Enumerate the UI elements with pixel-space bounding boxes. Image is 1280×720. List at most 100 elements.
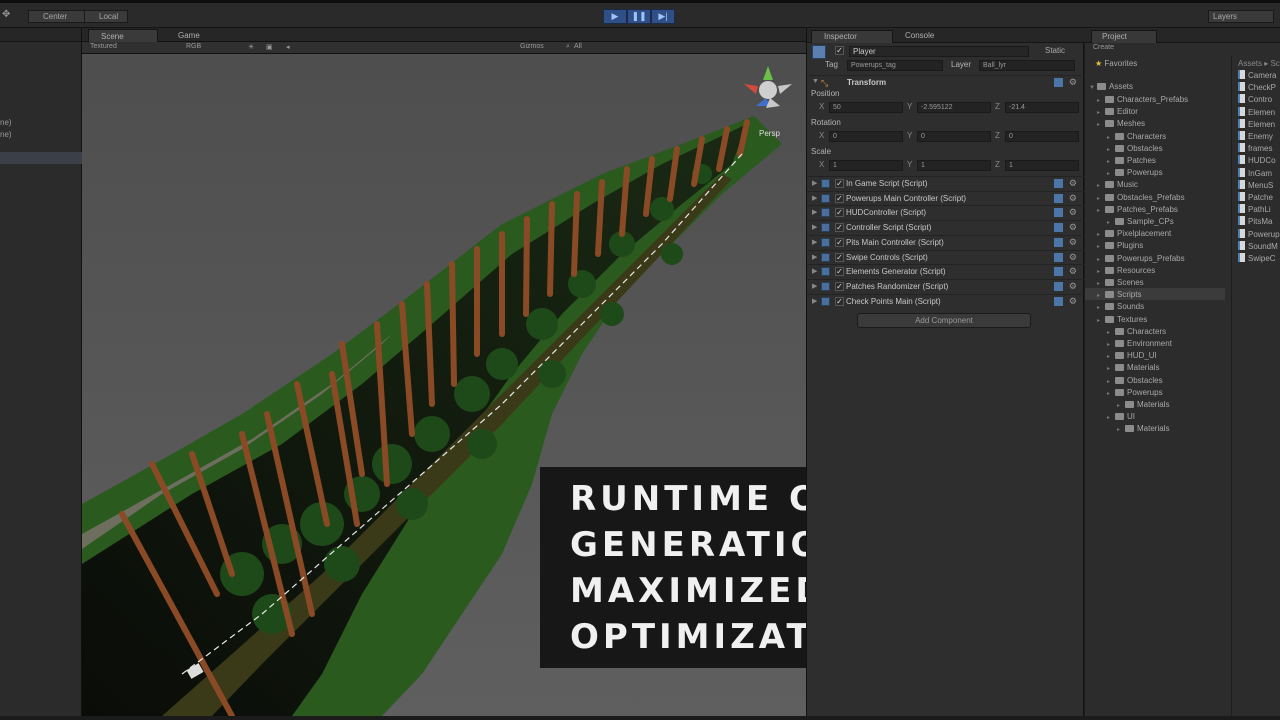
folder-item[interactable]: ▸ Materials: [1117, 399, 1169, 411]
folder-item[interactable]: ▸ Sounds: [1097, 301, 1144, 313]
expand-arrow-icon[interactable]: ▶: [812, 238, 817, 246]
expand-arrow-icon[interactable]: ▸: [1107, 144, 1115, 156]
file-item[interactable]: InGam: [1238, 167, 1272, 180]
file-item[interactable]: Powerup: [1238, 228, 1280, 241]
expand-arrow-icon[interactable]: ▶: [812, 179, 817, 187]
expand-arrow-icon[interactable]: ▸: [1097, 205, 1105, 217]
expand-arrow-icon[interactable]: ▸: [1107, 339, 1115, 351]
step-icon[interactable]: ▶|: [651, 9, 675, 24]
folder-item[interactable]: ▸ Patches_Prefabs: [1097, 204, 1178, 216]
folder-item[interactable]: ▸ Powerups: [1107, 387, 1163, 399]
position-z-field[interactable]: -21.4: [1005, 102, 1079, 113]
folder-item[interactable]: ▸ Meshes: [1097, 118, 1145, 130]
tab-scene[interactable]: Scene: [88, 29, 158, 42]
expand-arrow-icon[interactable]: ▸: [1097, 119, 1105, 131]
gear-icon[interactable]: ⚙: [1069, 77, 1077, 88]
expand-arrow-icon[interactable]: ▸: [1107, 132, 1115, 144]
enable-checkbox[interactable]: ✓: [835, 179, 844, 188]
assets-root[interactable]: ▼ Assets: [1089, 81, 1133, 93]
expand-arrow-icon[interactable]: ▶: [812, 223, 817, 231]
expand-arrow-icon[interactable]: ▸: [1097, 107, 1105, 119]
component-row[interactable]: ▶ ✓ HUDController (Script) ⚙: [807, 205, 1085, 219]
gear-icon[interactable]: ⚙: [1069, 252, 1077, 263]
pivot-toggle-button[interactable]: Center: [28, 10, 90, 23]
enable-checkbox[interactable]: ✓: [835, 281, 844, 291]
component-row[interactable]: ▶ ✓ Controller Script (Script) ⚙: [807, 220, 1085, 234]
draw-mode-dropdown[interactable]: Textured: [90, 43, 117, 50]
enable-checkbox[interactable]: ✓: [835, 296, 844, 306]
folder-item[interactable]: ▸ Pixelplacement: [1097, 228, 1171, 240]
image-toggle-icon[interactable]: ▣: [266, 43, 273, 51]
tag-dropdown[interactable]: Powerups_tag: [847, 60, 943, 71]
folder-item[interactable]: ▸ Textures: [1097, 314, 1147, 326]
tab-inspector[interactable]: Inspector: [811, 30, 893, 43]
folder-item[interactable]: ▸ Powerups: [1107, 167, 1163, 179]
gear-icon[interactable]: ⚙: [1069, 207, 1077, 218]
audio-toggle-icon[interactable]: ◂: [286, 43, 290, 51]
render-mode-dropdown[interactable]: RGB: [186, 43, 201, 50]
rotation-x-field[interactable]: 0: [829, 131, 903, 142]
file-item[interactable]: HUDCo: [1238, 155, 1276, 167]
expand-arrow-icon[interactable]: ▶: [812, 297, 817, 305]
gear-icon[interactable]: ⚙: [1069, 193, 1077, 204]
component-row[interactable]: ▶ ✓ Pits Main Controller (Script) ⚙: [807, 234, 1085, 249]
scale-z-field[interactable]: 1: [1005, 160, 1079, 171]
enable-checkbox[interactable]: ✓: [835, 237, 844, 247]
expand-arrow-icon[interactable]: ▸: [1097, 229, 1105, 241]
expand-arrow-icon[interactable]: ▸: [1097, 278, 1105, 290]
file-item[interactable]: Contro: [1238, 94, 1272, 106]
folder-item[interactable]: ▸ Environment: [1107, 338, 1172, 350]
expand-arrow-icon[interactable]: ▸: [1107, 388, 1115, 400]
folder-item[interactable]: ▸ Plugins: [1097, 240, 1143, 252]
file-item[interactable]: Patche: [1238, 192, 1273, 204]
space-toggle-button[interactable]: Local: [84, 10, 128, 23]
gear-icon[interactable]: ⚙: [1069, 222, 1077, 233]
rotation-z-field[interactable]: 0: [1005, 131, 1079, 142]
enable-checkbox[interactable]: ✓: [835, 252, 844, 262]
folder-item[interactable]: ▸ Sample_CPs: [1107, 216, 1174, 228]
expand-arrow-icon[interactable]: ▸: [1097, 193, 1105, 205]
enable-checkbox[interactable]: ✓: [835, 267, 844, 277]
scene-search-field[interactable]: All: [574, 43, 582, 50]
folder-item[interactable]: ▸ Characters: [1107, 131, 1166, 143]
folder-item[interactable]: ▸ Obstacles: [1107, 143, 1163, 155]
enable-checkbox[interactable]: ✓: [835, 223, 844, 233]
pause-icon[interactable]: ❚❚: [627, 9, 651, 24]
hierarchy-selected-row[interactable]: [0, 152, 82, 164]
help-book-icon[interactable]: [1054, 296, 1063, 306]
expand-arrow-icon[interactable]: ▸: [1107, 217, 1115, 229]
expand-arrow-icon[interactable]: ▶: [812, 267, 817, 275]
expand-arrow-icon[interactable]: ▼: [812, 78, 819, 85]
folder-item[interactable]: ▸ Editor: [1097, 106, 1138, 118]
component-row[interactable]: ▶ ✓ Elements Generator (Script) ⚙: [807, 264, 1085, 278]
folder-item[interactable]: ▸ Scenes: [1097, 277, 1144, 289]
tab-console[interactable]: Console: [893, 30, 963, 43]
folder-item[interactable]: ▸ Characters: [1107, 326, 1166, 338]
gizmos-dropdown[interactable]: Gizmos: [520, 43, 544, 50]
expand-arrow-icon[interactable]: ▸: [1107, 376, 1115, 388]
folder-item[interactable]: ▸ Resources: [1097, 265, 1155, 277]
file-item[interactable]: Camera: [1238, 70, 1276, 82]
transform-header[interactable]: ▼ ⤡ Transform ⚙: [807, 75, 1085, 89]
folder-item[interactable]: ▸ Characters_Prefabs: [1097, 94, 1188, 106]
file-item[interactable]: Elemen: [1238, 118, 1275, 131]
gear-icon[interactable]: ⚙: [1069, 281, 1077, 292]
tab-game[interactable]: Game: [166, 29, 226, 42]
expand-arrow-icon[interactable]: ▸: [1097, 241, 1105, 253]
expand-arrow-icon[interactable]: ▶: [812, 194, 817, 202]
create-dropdown[interactable]: Create: [1093, 44, 1114, 51]
add-component-button[interactable]: Add Component: [857, 313, 1031, 328]
component-row[interactable]: ▶ ✓ Swipe Controls (Script) ⚙: [807, 249, 1085, 264]
expand-arrow-icon[interactable]: ▸: [1117, 424, 1125, 436]
file-item[interactable]: CheckP: [1238, 82, 1276, 94]
help-book-icon[interactable]: [1054, 237, 1063, 247]
expand-arrow-icon[interactable]: ▶: [812, 282, 817, 290]
help-book-icon[interactable]: [1054, 281, 1063, 291]
help-book-icon[interactable]: [1054, 267, 1063, 277]
position-x-field[interactable]: 50: [829, 102, 903, 113]
enable-checkbox[interactable]: ✓: [835, 193, 844, 203]
hand-tool-icon[interactable]: ✥: [2, 10, 12, 20]
expand-arrow-icon[interactable]: ▶: [812, 208, 817, 216]
hierarchy-item[interactable]: ne): [0, 118, 12, 127]
expand-arrow-icon[interactable]: ▸: [1097, 180, 1105, 192]
